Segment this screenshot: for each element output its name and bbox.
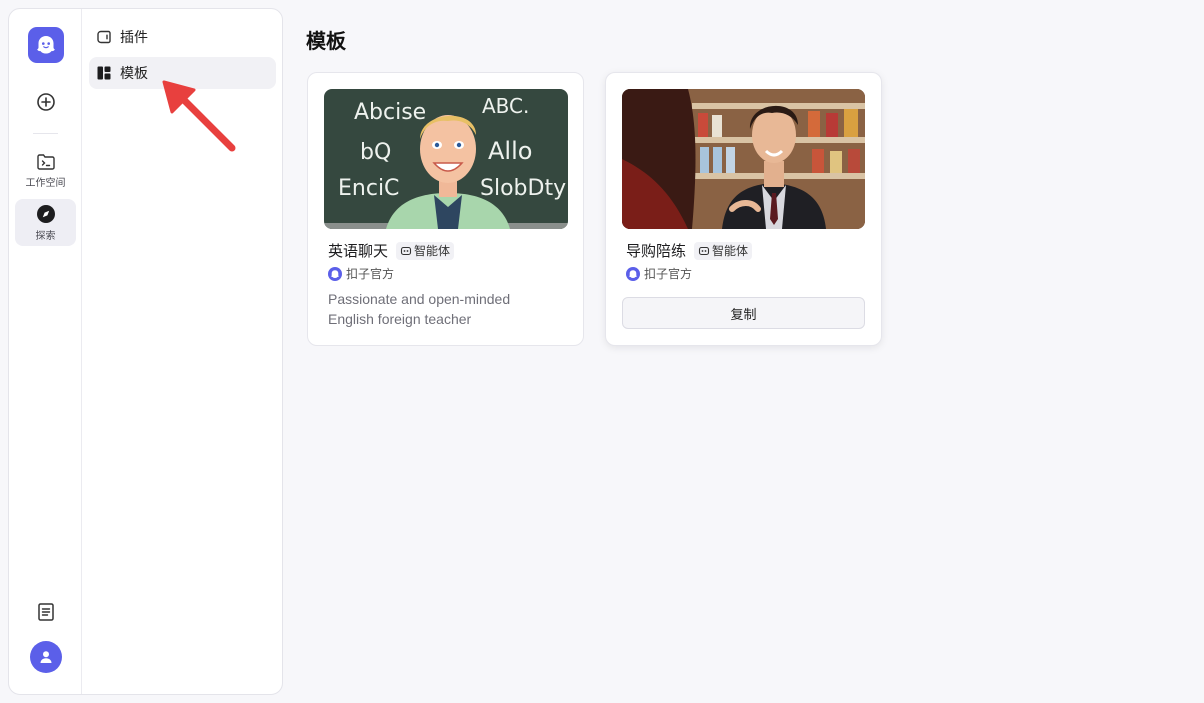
template-card-shopping-guide[interactable]: 导购陪练 智能体 扣子官方 复制 xyxy=(605,72,882,346)
card-author: 扣子官方 xyxy=(626,265,692,282)
folder-terminal-icon xyxy=(36,154,55,170)
template-card-english-chat[interactable]: Abcise ABC. bQ Allo EnciC SlobDty 英语聊天 智… xyxy=(307,72,584,346)
agent-tag-label: 智能体 xyxy=(414,244,451,258)
author-name: 扣子官方 xyxy=(346,267,395,281)
card-title: 英语聊天 xyxy=(328,243,389,260)
card-author: 扣子官方 xyxy=(328,265,394,282)
template-grid-icon xyxy=(96,65,112,81)
teacher-chalkboard-image: Abcise ABC. bQ Allo EnciC SlobDty xyxy=(324,89,568,229)
agent-tag: 智能体 xyxy=(694,241,753,260)
nav-label-plugins: 插件 xyxy=(120,29,148,45)
card-title-row: 导购陪练 智能体 xyxy=(626,240,753,261)
card-thumbnail xyxy=(622,89,865,229)
workspace-button[interactable]: 工作空间 xyxy=(15,149,76,193)
chalk-text-2: ABC. xyxy=(482,94,529,118)
card-description: Passionate and open-minded English forei… xyxy=(328,291,511,327)
chalk-text-4: Allo xyxy=(488,137,532,165)
logo-ghost-icon xyxy=(37,36,55,54)
user-icon xyxy=(40,651,52,663)
chalk-text-6: SlobDty xyxy=(480,176,566,201)
author-name: 扣子官方 xyxy=(644,267,693,281)
author-avatar-icon xyxy=(328,266,342,281)
card-title: 导购陪练 xyxy=(626,243,687,260)
rail-divider xyxy=(33,133,58,134)
explore-button[interactable]: 探索 xyxy=(15,199,76,246)
compass-icon xyxy=(36,204,55,223)
nav-item-plugins[interactable]: 插件 xyxy=(89,21,276,53)
create-button[interactable] xyxy=(15,89,76,115)
workspace-label: 工作空间 xyxy=(25,178,66,189)
agent-tag-label: 智能体 xyxy=(712,244,749,258)
nav-label-templates: 模板 xyxy=(120,65,148,81)
card-title-row: 英语聊天 智能体 xyxy=(328,240,455,261)
annotation-arrow-icon xyxy=(162,80,236,152)
bot-icon xyxy=(400,246,412,255)
plugin-icon xyxy=(96,29,112,45)
chalk-text-1: Abcise xyxy=(354,100,426,125)
user-avatar[interactable] xyxy=(30,641,62,673)
page-title: 模板 xyxy=(306,31,346,53)
copy-button[interactable]: 复制 xyxy=(622,297,865,329)
plus-circle-icon xyxy=(36,93,55,111)
bot-icon xyxy=(698,246,710,255)
explore-label: 探索 xyxy=(35,230,56,242)
author-avatar-icon xyxy=(626,266,640,281)
chalk-text-5: EnciC xyxy=(338,176,399,201)
icon-rail: 工作空间 探索 xyxy=(9,9,82,694)
docs-button[interactable] xyxy=(15,599,76,625)
card-thumbnail: Abcise ABC. bQ Allo EnciC SlobDty xyxy=(324,89,568,229)
app-logo[interactable] xyxy=(28,27,64,63)
agent-tag: 智能体 xyxy=(396,241,455,260)
chalk-text-3: bQ xyxy=(360,140,391,165)
document-icon xyxy=(37,603,54,621)
salesman-store-image xyxy=(622,89,865,229)
